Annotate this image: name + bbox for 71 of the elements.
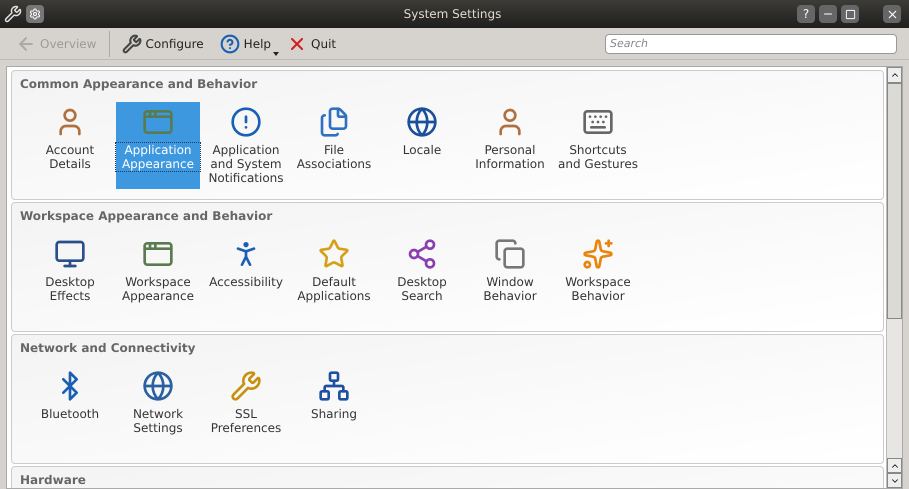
toolbar-button[interactable]: Help <box>216 30 276 56</box>
scroll-up-button[interactable] <box>887 458 902 473</box>
wrench-icon <box>122 34 142 54</box>
window-title: System Settings <box>402 6 502 23</box>
settings-item[interactable]: Network Settings <box>116 366 200 439</box>
item-label: Desktop Effects <box>44 275 96 303</box>
nodes-icon <box>406 238 438 270</box>
item-label: Bluetooth <box>40 407 100 421</box>
globe-icon <box>142 370 174 402</box>
windows-icon <box>494 238 526 270</box>
wrench-icon <box>230 370 262 402</box>
scrollbar[interactable] <box>886 67 902 488</box>
item-label: Workspace Behavior <box>564 275 632 303</box>
settings-item[interactable]: Account Details <box>28 102 112 189</box>
files-icon <box>318 106 350 138</box>
scroll-down-button[interactable] <box>887 473 902 488</box>
dropdown-caret-icon <box>273 52 280 56</box>
window-menu-button[interactable] <box>26 5 44 23</box>
settings-item[interactable]: Desktop Search <box>380 234 464 307</box>
settings-item[interactable]: Application and System Notifications <box>204 102 288 189</box>
help-button[interactable]: ? <box>797 5 815 23</box>
category-title: Workspace Appearance and Behavior <box>20 208 274 225</box>
settings-item[interactable]: Personal Information <box>468 102 552 189</box>
settings-item[interactable]: Workspace Behavior <box>556 234 640 307</box>
settings-item[interactable]: SSL Preferences <box>204 366 288 439</box>
item-label: Window Behavior <box>482 275 538 303</box>
item-label: Locale <box>402 143 442 157</box>
star-icon <box>318 238 350 270</box>
info-icon <box>230 106 262 138</box>
monitor-icon <box>54 238 86 270</box>
item-label: Workspace Appearance <box>120 275 196 303</box>
settings-item[interactable]: Locale <box>380 102 464 189</box>
item-label: Default Applications <box>296 275 372 303</box>
item-label: Application Appearance <box>116 143 200 171</box>
item-label: Desktop Search <box>396 275 448 303</box>
item-label: Accessibility <box>208 275 284 289</box>
close-button[interactable] <box>883 5 901 23</box>
settings-item[interactable]: Desktop Effects <box>28 234 112 307</box>
scroll-thumb[interactable] <box>887 83 902 319</box>
settings-item[interactable]: Sharing <box>292 366 376 439</box>
item-label: Personal Information <box>474 143 546 171</box>
settings-item[interactable]: File Associations <box>292 102 376 189</box>
gear-icon <box>29 8 41 20</box>
toolbar-button[interactable]: Configure <box>118 30 208 56</box>
settings-item[interactable]: Shortcuts and Gestures <box>556 102 640 189</box>
item-label: Sharing <box>310 407 358 421</box>
toolbar-button[interactable]: Quit <box>283 30 340 56</box>
maximize-button[interactable] <box>841 5 859 23</box>
item-label: Network Settings <box>132 407 184 435</box>
globe-icon <box>406 106 438 138</box>
category-title: Common Appearance and Behavior <box>20 76 258 93</box>
settings-item[interactable]: Accessibility <box>204 234 288 307</box>
close-icon <box>886 8 898 20</box>
category-title: Network and Connectivity <box>20 340 196 357</box>
item-label: SSL Preferences <box>210 407 282 435</box>
item-label: Application and System Notifications <box>207 143 285 185</box>
maximize-icon <box>844 8 856 20</box>
item-label: Shortcuts and Gestures <box>557 143 639 171</box>
tools-icon <box>4 5 22 23</box>
settings-item[interactable]: Bluetooth <box>28 366 112 439</box>
network-icon <box>318 370 350 402</box>
scroll-up-button[interactable] <box>887 67 902 83</box>
item-label: Account Details <box>44 143 96 171</box>
search-field[interactable]: Search <box>605 34 897 54</box>
help-icon <box>220 34 240 54</box>
category-title: Hardware <box>20 472 87 488</box>
settings-item[interactable]: Default Applications <box>292 234 376 307</box>
settings-item[interactable]: Window Behavior <box>468 234 552 307</box>
settings-item[interactable]: Workspace Appearance <box>116 234 200 307</box>
item-label: File Associations <box>296 143 372 171</box>
minimize-button[interactable] <box>819 5 837 23</box>
